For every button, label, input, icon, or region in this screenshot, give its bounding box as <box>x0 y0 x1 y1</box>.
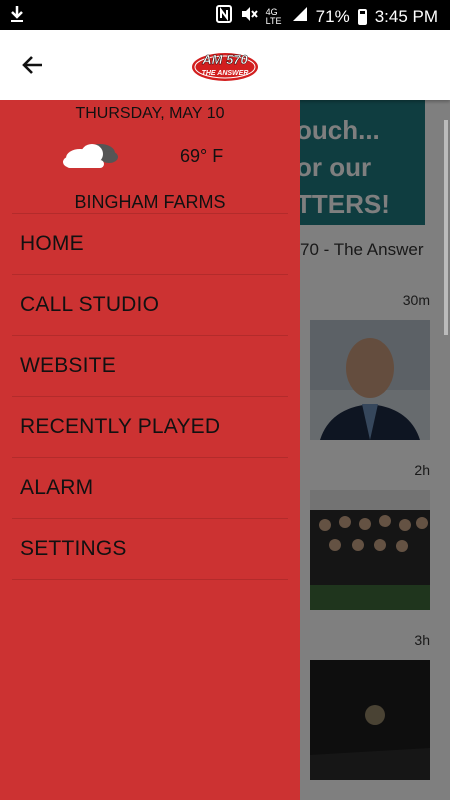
menu-item-recently-played[interactable]: RECENTLY PLAYED <box>12 397 288 458</box>
back-button[interactable] <box>18 50 50 80</box>
menu-item-alarm[interactable]: ALARM <box>12 458 288 519</box>
partly-cloudy-icon <box>62 138 120 170</box>
temperature: 69° F <box>180 146 224 166</box>
download-icon <box>10 5 24 28</box>
app-bar: AM 570 THE ANSWER <box>0 30 450 100</box>
network-label: 4G LTE <box>265 6 282 26</box>
station-logo: AM 570 THE ANSWER <box>190 45 260 85</box>
menu-item-settings[interactable]: SETTINGS <box>12 519 288 580</box>
signal-icon <box>292 6 308 27</box>
menu-item-home[interactable]: HOME <box>12 214 288 275</box>
status-bar: 4G LTE 71% 3:45 PM <box>0 0 450 30</box>
battery-icon <box>357 8 367 25</box>
clock: 3:45 PM <box>374 6 438 26</box>
menu-item-call-studio[interactable]: CALL STUDIO <box>12 275 288 336</box>
back-arrow-icon <box>22 56 42 74</box>
navigation-drawer: THURSDAY, MAY 10 69° F BINGHAM FARMS HOM… <box>0 100 300 800</box>
mute-icon <box>240 5 258 28</box>
battery-percent: 71% <box>315 6 350 26</box>
nfc-icon <box>215 5 232 28</box>
svg-text:THE ANSWER: THE ANSWER <box>202 70 249 77</box>
drawer-menu: HOME CALL STUDIO WEBSITE RECENTLY PLAYED… <box>12 213 288 580</box>
location-label: BINGHAM FARMS <box>74 192 226 212</box>
svg-text:AM 570: AM 570 <box>201 52 248 67</box>
drawer-date: THURSDAY, MAY 10 <box>75 105 225 122</box>
menu-item-website[interactable]: WEBSITE <box>12 336 288 397</box>
scrollbar[interactable] <box>444 120 448 335</box>
